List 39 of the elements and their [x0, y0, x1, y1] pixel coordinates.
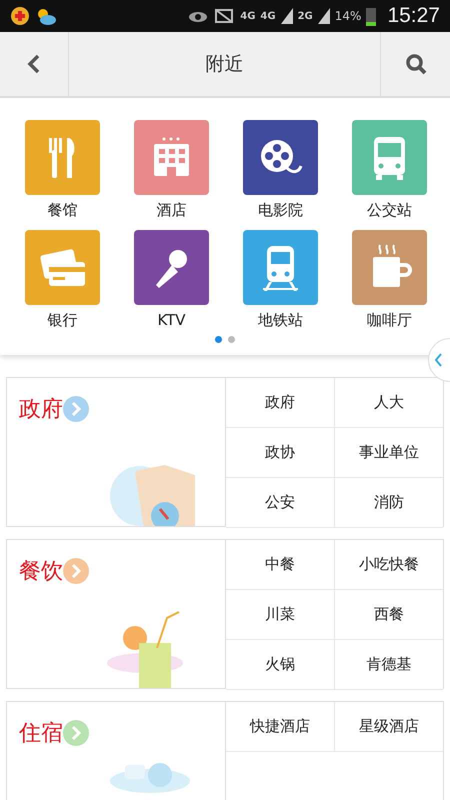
- subcategory-item[interactable]: 火锅: [226, 640, 334, 690]
- mute-icon: [213, 7, 236, 25]
- back-icon: [27, 54, 41, 74]
- network-label: 2G: [298, 10, 313, 22]
- chevron-circle-icon[interactable]: [63, 558, 89, 584]
- category-label: 公交站: [367, 201, 412, 220]
- page-title: 附近: [204, 52, 244, 77]
- clock: 15:27: [387, 4, 440, 28]
- category-label: 地铁站: [258, 311, 303, 330]
- category-label: 银行: [48, 311, 78, 330]
- weather-icon: [35, 6, 57, 26]
- category-label: 餐馆: [48, 201, 78, 220]
- signal-icon: [318, 8, 330, 24]
- eye-icon: [188, 9, 208, 23]
- chevron-circle-icon[interactable]: [63, 396, 89, 422]
- chevron-circle-icon[interactable]: [63, 720, 89, 746]
- section-title[interactable]: 政府: [19, 394, 63, 424]
- category-icon[interactable]: [243, 120, 318, 195]
- chevron-icon: [435, 353, 443, 367]
- network-label: 4G: [260, 10, 276, 22]
- subcategory-item[interactable]: 政协: [226, 428, 334, 478]
- subcategory-item[interactable]: 快捷酒店: [226, 702, 334, 752]
- subcategory-item[interactable]: 中餐: [226, 540, 334, 590]
- subcategory-item[interactable]: 政府: [226, 378, 334, 428]
- network-label: 4G: [240, 10, 256, 22]
- subcategory-item[interactable]: 公安: [226, 478, 334, 528]
- search-icon: [404, 53, 426, 75]
- battery-percent: 14%: [334, 9, 362, 23]
- app-icon: [10, 6, 30, 26]
- subcategory-item[interactable]: 川菜: [226, 590, 334, 640]
- category-label: 电影院: [258, 201, 303, 220]
- category-label: 酒店: [156, 201, 186, 220]
- category-label: KTV: [157, 311, 186, 329]
- battery-icon: [366, 6, 376, 26]
- signal-icon: [280, 8, 293, 24]
- category-label: 咖啡厅: [367, 311, 412, 330]
- category-icon[interactable]: [134, 230, 209, 305]
- section-title[interactable]: 餐饮: [19, 556, 63, 586]
- section-title[interactable]: 住宿: [19, 718, 63, 748]
